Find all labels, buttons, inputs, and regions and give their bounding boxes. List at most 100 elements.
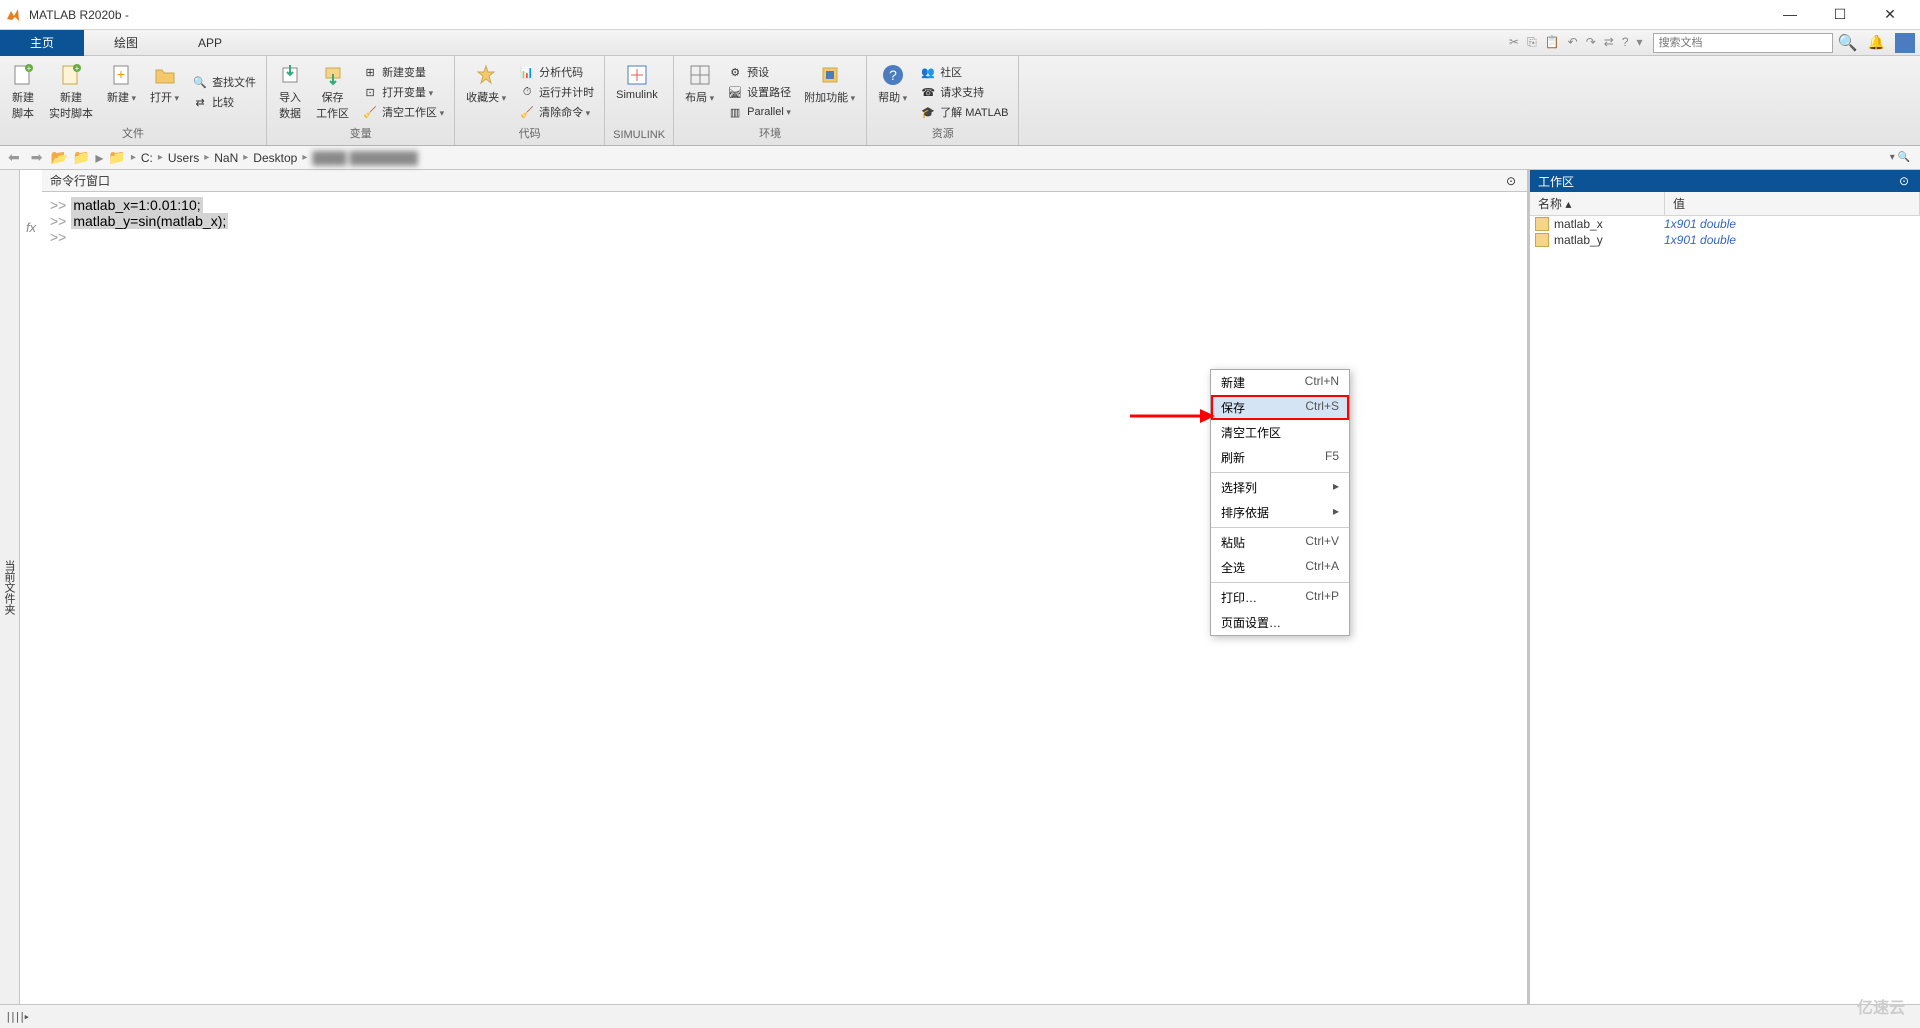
dropdown-icon[interactable]: ▾	[1637, 35, 1643, 50]
workspace-col-name[interactable]: 名称 ▴	[1530, 192, 1665, 215]
ctx-select-columns[interactable]: 选择列▸	[1211, 475, 1349, 500]
workspace-header: 工作区 ⊙	[1530, 170, 1920, 192]
parallel-icon: ▥	[727, 104, 743, 120]
new-variable-icon: ⊞	[362, 64, 378, 80]
open-variable-icon: ⊡	[362, 84, 378, 100]
workspace-row[interactable]: matlab_y 1x901 double	[1530, 232, 1920, 248]
ctx-new[interactable]: 新建Ctrl+N	[1211, 370, 1349, 395]
layout-button[interactable]: 布局	[682, 61, 717, 123]
group-label-code: 代码	[463, 123, 596, 143]
workspace-row[interactable]: matlab_x 1x901 double	[1530, 216, 1920, 232]
open-variable-button[interactable]: ⊡打开变量	[360, 83, 446, 101]
variable-icon	[1535, 233, 1549, 247]
tab-plots[interactable]: 绘图	[84, 30, 168, 56]
cut-icon[interactable]: ✂	[1509, 35, 1519, 50]
main-area: 当前文件夹 fx 命令行窗口 ⊙ >> matlab_x=1:0.01:10; …	[0, 170, 1920, 1004]
clear-workspace-icon: 🧹	[362, 104, 378, 120]
maximize-button[interactable]: ☐	[1825, 6, 1855, 23]
simulink-icon	[625, 63, 649, 87]
ctx-save[interactable]: 保存Ctrl+S	[1211, 395, 1349, 420]
help-icon[interactable]: ?	[1622, 35, 1629, 50]
workspace-col-value[interactable]: 值	[1665, 192, 1920, 215]
favorites-button[interactable]: 收藏夹	[463, 61, 509, 123]
new-button[interactable]: +新建	[104, 61, 139, 123]
clear-commands-button[interactable]: 🧹清除命令	[517, 103, 596, 121]
help-button[interactable]: ?帮助	[875, 61, 910, 123]
learn-matlab-button[interactable]: 🎓了解 MATLAB	[918, 103, 1010, 121]
command-prompt-active[interactable]: >>	[50, 229, 1519, 245]
ctx-paste[interactable]: 粘贴Ctrl+V	[1211, 530, 1349, 555]
parallel-button[interactable]: ▥Parallel	[725, 103, 793, 121]
variable-name: matlab_y	[1554, 233, 1664, 247]
find-files-button[interactable]: 🔍查找文件	[190, 73, 258, 91]
workspace-body[interactable]: matlab_x 1x901 double matlab_y 1x901 dou…	[1530, 216, 1920, 1004]
run-and-time-button[interactable]: ⏱运行并计时	[517, 83, 596, 101]
crumb-users[interactable]: Users	[168, 151, 199, 165]
simulink-button[interactable]: Simulink	[613, 61, 661, 127]
statusbar: ||||▸	[0, 1004, 1920, 1028]
nav-back-icon[interactable]: ⬅	[5, 149, 23, 166]
close-button[interactable]: ✕	[1875, 6, 1905, 23]
ctx-sort-by[interactable]: 排序依据▸	[1211, 500, 1349, 525]
request-support-button[interactable]: ☎请求支持	[918, 83, 1010, 101]
ctx-page-setup[interactable]: 页面设置…	[1211, 610, 1349, 635]
tab-apps[interactable]: APP	[168, 30, 252, 56]
group-label-env: 环境	[682, 123, 858, 143]
tool-group-code: 收藏夹 📊分析代码 ⏱运行并计时 🧹清除命令 代码	[455, 56, 605, 145]
minimize-button[interactable]: —	[1775, 6, 1805, 23]
search-icon[interactable]: 🔍	[1838, 33, 1858, 53]
command-window-title: 命令行窗口	[50, 172, 110, 189]
ctx-print[interactable]: 打印…Ctrl+P	[1211, 585, 1349, 610]
import-data-button[interactable]: 导入 数据	[275, 61, 305, 123]
tool-group-env: 布局 ⚙预设 🛤设置路径 ▥Parallel 附加功能 环境	[674, 56, 867, 145]
folder-up-icon[interactable]: 📂	[50, 149, 67, 166]
compare-button[interactable]: ⇄比较	[190, 93, 258, 111]
window-controls: — ☐ ✕	[1775, 6, 1915, 23]
import-data-icon	[278, 63, 302, 87]
crumb-redacted[interactable]: ████ ████████	[312, 151, 417, 165]
quick-access-icons: ✂ ⎘ 📋 ↶ ↷ ⇄ ? ▾	[1509, 35, 1648, 50]
open-folder-icon	[153, 63, 177, 87]
matlab-logo-icon	[5, 7, 21, 23]
ctx-select-all[interactable]: 全选Ctrl+A	[1211, 555, 1349, 580]
new-script-button[interactable]: +新建 脚本	[8, 61, 38, 123]
community-button[interactable]: 👥社区	[918, 63, 1010, 81]
crumb-drive[interactable]: C:	[141, 151, 153, 165]
clear-workspace-button[interactable]: 🧹清空工作区	[360, 103, 446, 121]
switch-icon[interactable]: ⇄	[1604, 35, 1614, 50]
user-avatar[interactable]	[1895, 33, 1915, 53]
community-icon: 👥	[920, 64, 936, 80]
current-folder-tab[interactable]: 当前文件夹	[0, 170, 20, 1004]
crumb-nan[interactable]: NaN	[214, 151, 238, 165]
ctx-separator	[1211, 472, 1349, 473]
set-path-button[interactable]: 🛤设置路径	[725, 83, 793, 101]
group-label-file: 文件	[8, 123, 258, 143]
workspace-dropdown-icon[interactable]: ⊙	[1896, 174, 1912, 188]
nav-forward-icon[interactable]: ➡	[28, 149, 46, 166]
tool-group-file: +新建 脚本 +新建 实时脚本 +新建 打开 🔍查找文件 ⇄比较 文件	[0, 56, 267, 145]
addons-button[interactable]: 附加功能	[801, 61, 858, 123]
address-dropdown-icon[interactable]: ▾ 🔍	[1890, 152, 1915, 163]
ctx-refresh[interactable]: 刷新F5	[1211, 445, 1349, 470]
paste-icon[interactable]: 📋	[1545, 35, 1560, 50]
folder-root-icon[interactable]: 📁	[108, 149, 125, 166]
tab-home[interactable]: 主页	[0, 30, 84, 56]
new-variable-button[interactable]: ⊞新建变量	[360, 63, 446, 81]
copy-icon[interactable]: ⎘	[1527, 35, 1537, 50]
ctx-clear-workspace[interactable]: 清空工作区	[1211, 420, 1349, 445]
analyze-code-button[interactable]: 📊分析代码	[517, 63, 596, 81]
open-button[interactable]: 打开	[147, 61, 182, 123]
save-workspace-button[interactable]: 保存 工作区	[313, 61, 352, 123]
panel-dropdown-icon[interactable]: ⊙	[1503, 174, 1519, 188]
undo-icon[interactable]: ↶	[1568, 35, 1578, 50]
folder-browse-icon[interactable]: 📁	[73, 149, 90, 166]
notifications-icon[interactable]: 🔔	[1863, 34, 1890, 51]
tool-group-variable: 导入 数据 保存 工作区 ⊞新建变量 ⊡打开变量 🧹清空工作区 变量	[267, 56, 455, 145]
new-live-script-button[interactable]: +新建 实时脚本	[46, 61, 96, 123]
search-input[interactable]	[1653, 33, 1833, 53]
preferences-button[interactable]: ⚙预设	[725, 63, 793, 81]
fx-icon[interactable]: fx	[26, 220, 36, 235]
redo-icon[interactable]: ↷	[1586, 35, 1596, 50]
crumb-desktop[interactable]: Desktop	[253, 151, 297, 165]
addressbar: ⬅ ➡ 📂 📁 ▸ 📁 ▸ C: ▸ Users ▸ NaN ▸ Desktop…	[0, 146, 1920, 170]
